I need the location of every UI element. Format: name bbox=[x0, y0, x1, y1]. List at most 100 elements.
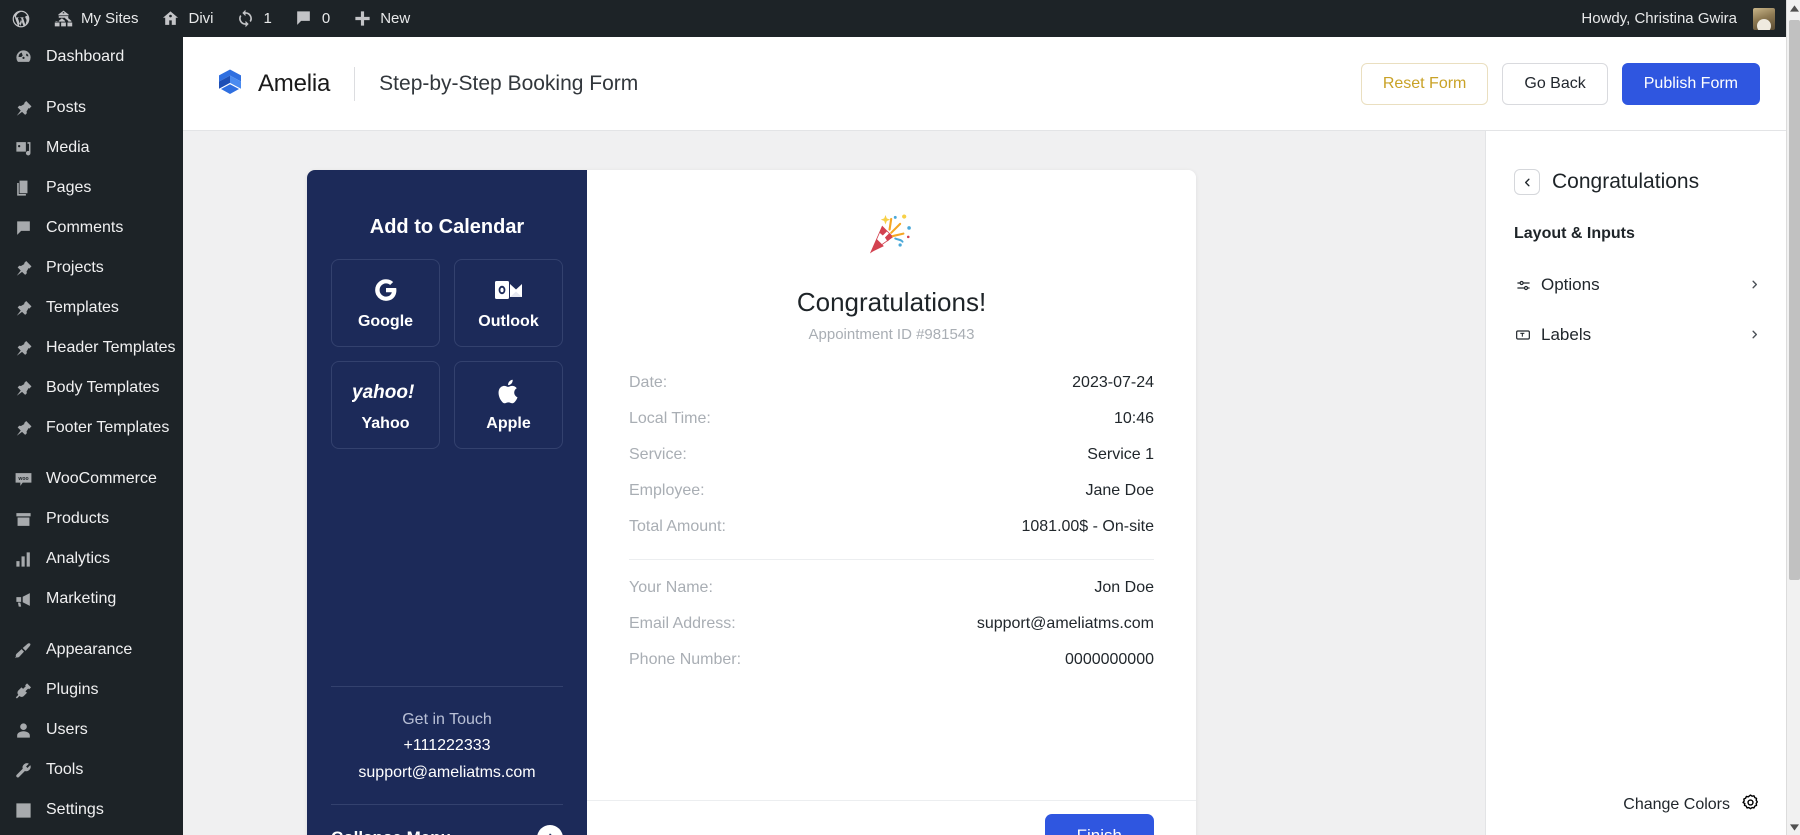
sidebar-separator bbox=[0, 77, 183, 88]
get-in-touch-block: Get in Touch +111222333 support@ameliatm… bbox=[331, 685, 563, 804]
party-popper-icon bbox=[629, 206, 1154, 265]
admin-bar-item-comments[interactable]: 0 bbox=[283, 0, 341, 37]
google-g-icon bbox=[373, 275, 399, 305]
sliders-icon bbox=[1514, 278, 1532, 293]
add-to-apple-calendar-button[interactable]: Apple bbox=[454, 361, 563, 449]
products-box-icon bbox=[13, 509, 34, 530]
sidebar-item-label: Templates bbox=[46, 299, 119, 316]
sidebar-item-templates[interactable]: Templates bbox=[0, 288, 183, 328]
amelia-brand[interactable]: Amelia bbox=[215, 68, 330, 99]
scroll-up-arrow-icon[interactable] bbox=[1787, 0, 1800, 16]
admin-bar-label: New bbox=[380, 10, 411, 27]
sidebar-item-comments[interactable]: Comments bbox=[0, 208, 183, 248]
sidebar-item-tools[interactable]: Tools bbox=[0, 750, 183, 790]
contact-email[interactable]: support@ameliatms.com bbox=[331, 760, 563, 786]
form-preview-canvas: Add to Calendar Google Outlook yahoo! Ya… bbox=[183, 131, 1485, 835]
gear-icon bbox=[1741, 793, 1760, 817]
properties-row-label: Labels bbox=[1541, 325, 1592, 344]
properties-row-labels[interactable]: Labels bbox=[1514, 317, 1760, 353]
admin-bar-item-my-sites[interactable]: My Sites bbox=[42, 0, 150, 37]
sidebar-item-marketing[interactable]: Marketing bbox=[0, 579, 183, 619]
admin-bar-my-account[interactable]: Howdy, Christina Gwira bbox=[1570, 0, 1786, 37]
add-to-outlook-calendar-button[interactable]: Outlook bbox=[454, 259, 563, 347]
go-back-button[interactable]: Go Back bbox=[1502, 62, 1608, 105]
pin-icon bbox=[13, 258, 34, 279]
finish-button[interactable]: Finish bbox=[1044, 813, 1154, 835]
admin-bar-item-wordpress[interactable] bbox=[0, 0, 42, 37]
sidebar-item-appearance[interactable]: Appearance bbox=[0, 630, 183, 670]
pin-icon bbox=[13, 98, 34, 119]
admin-bar-label: Divi bbox=[188, 10, 214, 27]
chevron-left-icon[interactable] bbox=[1514, 169, 1540, 195]
detail-key: Local Time: bbox=[629, 410, 711, 427]
detail-key: Date: bbox=[629, 374, 668, 391]
sidebar-item-products[interactable]: Products bbox=[0, 499, 183, 539]
detail-row: Employee: Jane Doe bbox=[629, 473, 1154, 509]
scroll-down-arrow-icon[interactable] bbox=[1787, 819, 1800, 835]
sidebar-item-pages[interactable]: Pages bbox=[0, 168, 183, 208]
congratulations-heading: Congratulations! bbox=[796, 287, 987, 317]
detail-row: Phone Number: 0000000000 bbox=[629, 642, 1154, 678]
properties-row-options[interactable]: Options bbox=[1514, 267, 1760, 303]
add-to-google-calendar-button[interactable]: Google bbox=[331, 259, 440, 347]
amelia-logo-icon bbox=[215, 68, 245, 99]
wp-admin-sidebar: Dashboard Posts Media Pages Comments Pro… bbox=[0, 37, 183, 835]
publish-form-button[interactable]: Publish Form bbox=[1621, 62, 1760, 105]
detail-value: Jane Doe bbox=[1085, 482, 1155, 499]
pin-icon bbox=[13, 378, 34, 399]
header-divider bbox=[354, 66, 356, 101]
collapse-menu-button[interactable]: Collapse Menu bbox=[331, 804, 563, 835]
megaphone-icon bbox=[13, 589, 34, 610]
sidebar-item-analytics[interactable]: Analytics bbox=[0, 539, 183, 579]
calendar-button-label: Google bbox=[357, 313, 414, 330]
detail-key: Phone Number: bbox=[629, 651, 742, 668]
sidebar-item-settings[interactable]: Settings bbox=[0, 790, 183, 830]
contact-phone[interactable]: +111222333 bbox=[331, 733, 563, 759]
change-colors-label: Change Colors bbox=[1623, 796, 1730, 813]
detail-key: Service: bbox=[629, 446, 687, 463]
change-colors-button[interactable]: Change Colors bbox=[1623, 793, 1760, 817]
main-content: Amelia Step-by-Step Booking Form Reset F… bbox=[183, 37, 1786, 835]
sidebar-item-header-templates[interactable]: Header Templates bbox=[0, 328, 183, 368]
browser-scrollbar[interactable] bbox=[1786, 0, 1800, 835]
properties-row-label: Options bbox=[1541, 275, 1600, 294]
sidebar-item-label: Analytics bbox=[46, 550, 111, 567]
admin-bar-item-new[interactable]: New bbox=[341, 0, 421, 37]
add-to-calendar-panel: Add to Calendar Google Outlook yahoo! Ya… bbox=[307, 170, 587, 835]
arrow-right-circle-icon bbox=[537, 824, 563, 835]
sidebar-item-woocommerce[interactable]: woo WooCommerce bbox=[0, 459, 183, 499]
outlook-icon bbox=[494, 275, 523, 305]
calendar-button-label: Yahoo bbox=[361, 415, 410, 432]
properties-title: Congratulations bbox=[1552, 170, 1700, 193]
my-sites-icon bbox=[53, 9, 73, 29]
detail-value: 0000000000 bbox=[1065, 651, 1154, 668]
sidebar-item-plugins[interactable]: Plugins bbox=[0, 670, 183, 710]
detail-row: Total Amount: 1081.00$ - On-site bbox=[629, 509, 1154, 545]
calendar-button-label: Outlook bbox=[478, 313, 539, 330]
collapse-menu-label: Collapse Menu bbox=[331, 828, 451, 835]
sidebar-item-dashboard[interactable]: Dashboard bbox=[0, 37, 183, 77]
sidebar-item-media[interactable]: Media bbox=[0, 128, 183, 168]
detail-row: Your Name: Jon Doe bbox=[629, 570, 1154, 606]
scrollbar-thumb[interactable] bbox=[1789, 20, 1800, 580]
properties-header: Congratulations bbox=[1514, 169, 1760, 195]
sidebar-item-posts[interactable]: Posts bbox=[0, 88, 183, 128]
label-tag-icon bbox=[1514, 327, 1532, 343]
page-title: Step-by-Step Booking Form bbox=[379, 71, 639, 95]
reset-form-button[interactable]: Reset Form bbox=[1360, 62, 1489, 105]
add-to-yahoo-calendar-button[interactable]: yahoo! Yahoo bbox=[331, 361, 440, 449]
get-in-touch-title: Get in Touch bbox=[402, 710, 492, 728]
admin-bar-item-updates[interactable]: 1 bbox=[225, 0, 283, 37]
sidebar-item-body-templates[interactable]: Body Templates bbox=[0, 368, 183, 408]
sidebar-item-label: Posts bbox=[46, 99, 87, 116]
sidebar-item-projects[interactable]: Projects bbox=[0, 248, 183, 288]
appointment-details-list: Date: 2023-07-24 Local Time: 10:46 Servi… bbox=[629, 365, 1154, 545]
wordpress-logo-icon bbox=[11, 9, 31, 29]
sidebar-item-users[interactable]: Users bbox=[0, 710, 183, 750]
admin-bar-item-site[interactable]: Divi bbox=[150, 0, 225, 37]
yahoo-icon: yahoo! bbox=[352, 377, 420, 407]
detail-key: Employee: bbox=[629, 482, 705, 499]
pin-icon bbox=[13, 338, 34, 359]
detail-value: 1081.00$ - On-site bbox=[1021, 518, 1154, 535]
sidebar-item-footer-templates[interactable]: Footer Templates bbox=[0, 408, 183, 448]
